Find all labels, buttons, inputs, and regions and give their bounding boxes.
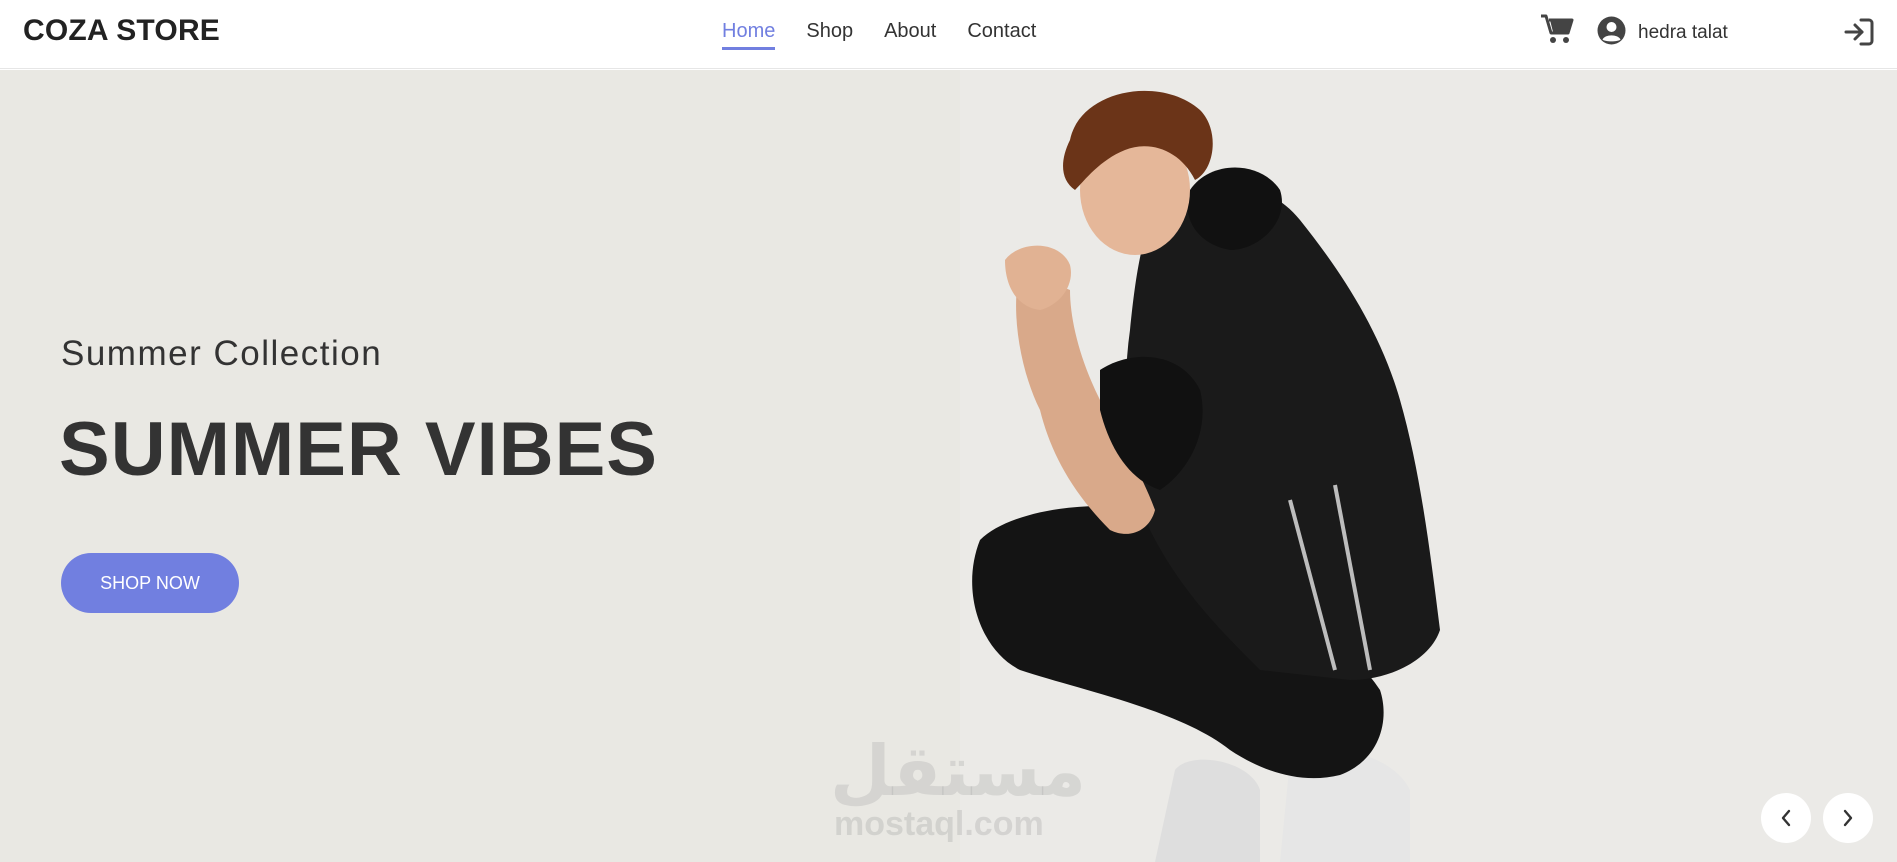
watermark-text: mostaql.com — [834, 805, 1044, 843]
shop-now-button[interactable]: SHOP NOW — [61, 553, 239, 613]
user-circle-icon[interactable] — [1597, 16, 1626, 45]
nav-link-home[interactable]: Home — [722, 20, 776, 50]
slider-next-button[interactable] — [1823, 793, 1873, 843]
top-navbar: COZA STORE Home Shop About Contact hedra… — [0, 0, 1897, 69]
nav-link-shop[interactable]: Shop — [806, 20, 853, 50]
hero-subtitle: Summer Collection — [61, 334, 383, 373]
chevron-left-icon — [1781, 809, 1791, 827]
hero-title: SUMMER VIBES — [59, 407, 658, 492]
slider-prev-button[interactable] — [1761, 793, 1811, 843]
hero-slider: Summer Collection SUMMER VIBES SHOP NOW … — [0, 70, 1897, 862]
chevron-right-icon — [1843, 809, 1853, 827]
user-name[interactable]: hedra talat — [1638, 22, 1728, 44]
watermark-arabic: مستقل — [830, 730, 1087, 812]
nav-link-contact[interactable]: Contact — [967, 20, 1036, 50]
main-nav: Home Shop About Contact — [722, 20, 1036, 50]
cart-icon[interactable] — [1540, 13, 1574, 45]
sign-in-icon[interactable] — [1843, 17, 1874, 47]
nav-link-about[interactable]: About — [884, 20, 936, 50]
brand-logo[interactable]: COZA STORE — [23, 14, 220, 48]
